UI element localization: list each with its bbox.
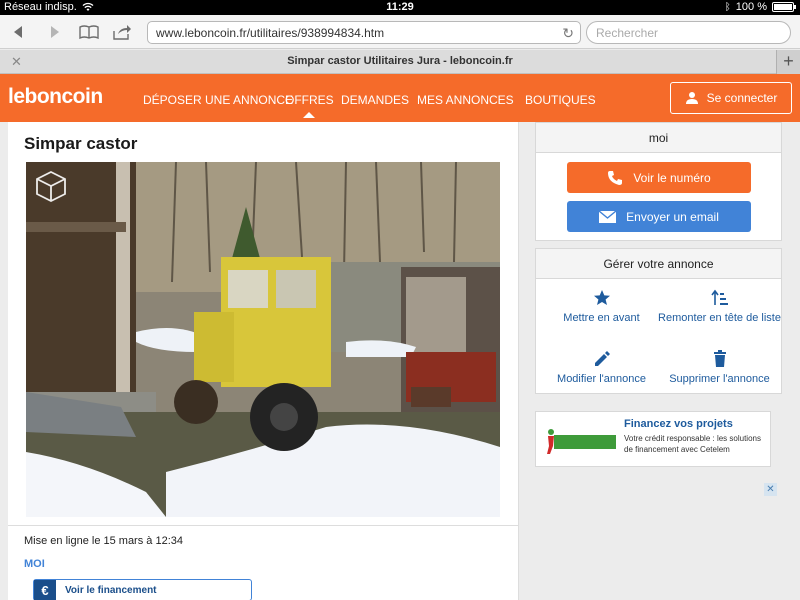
search-placeholder: Rechercher — [596, 26, 659, 40]
promote-label: Mettre en avant — [563, 312, 640, 324]
trash-icon — [713, 350, 726, 367]
status-bar: Réseau indisp. 11:29 ᛒ 100 % — [0, 0, 800, 15]
promo-title: Financez vos projets — [624, 418, 733, 430]
tab-title[interactable]: Simpar castor Utilitaires Jura - lebonco… — [0, 55, 800, 67]
url-bar[interactable]: www.leboncoin.fr/utilitaires/938994834.h… — [147, 21, 581, 44]
sort-up-icon — [710, 289, 728, 305]
clock: 11:29 — [386, 1, 414, 13]
bump-action[interactable]: Remonter en tête de liste — [657, 289, 782, 325]
pencil-icon — [594, 351, 610, 366]
finance-label: Voir le financement — [65, 584, 157, 596]
status-right: ᛒ 100 % — [724, 1, 796, 13]
finance-button[interactable]: € Voir le financement — [33, 579, 252, 600]
promote-action[interactable]: Mettre en avant — [539, 289, 664, 325]
edit-action[interactable]: Modifier l'annonce — [539, 350, 664, 386]
nav-offres[interactable]: OFFRES — [285, 93, 334, 118]
bump-label: Remonter en tête de liste — [658, 312, 781, 324]
ad-title: Simpar castor — [24, 134, 138, 153]
close-ad-icon[interactable]: ✕ — [764, 483, 777, 496]
delete-action[interactable]: Supprimer l'annonce — [657, 350, 782, 386]
mail-icon — [599, 210, 617, 223]
share-icon[interactable] — [112, 21, 132, 43]
manage-header: Gérer votre annonce — [536, 249, 781, 279]
nav-mes-annonces[interactable]: MES ANNONCES — [417, 93, 514, 107]
back-icon[interactable] — [10, 21, 26, 43]
battery-fill — [774, 4, 792, 10]
search-input[interactable]: Rechercher — [586, 21, 791, 44]
star-icon — [593, 290, 610, 305]
email-label: Envoyer un email — [626, 209, 719, 224]
url-text: www.leboncoin.fr/utilitaires/938994834.h… — [156, 26, 385, 40]
nav-demandes[interactable]: DEMANDES — [341, 93, 409, 107]
site-header: leboncoin DÉPOSER UNE ANNONCE OFFRES DEM… — [0, 74, 800, 122]
seller-name[interactable]: MOI — [24, 558, 45, 570]
show-phone-button[interactable]: Voir le numéro — [567, 162, 751, 193]
euro-icon: € — [34, 580, 56, 600]
user-icon — [685, 92, 698, 104]
delete-label: Supprimer l'annonce — [669, 373, 770, 385]
manage-box: Gérer votre annonce Mettre en avant Remo… — [535, 248, 782, 394]
battery-icon — [772, 2, 796, 12]
nav-boutiques[interactable]: BOUTIQUES — [525, 93, 596, 107]
bluetooth-icon: ᛒ — [724, 1, 731, 13]
contact-box: moi Voir le numéro Envoyer un email — [535, 122, 782, 241]
bookmarks-icon[interactable] — [79, 21, 99, 43]
phone-icon — [608, 170, 623, 185]
promo-banner[interactable]: Financez vos projets Votre crédit respon… — [535, 411, 771, 467]
forward-icon[interactable] — [47, 21, 63, 43]
ad-photo[interactable] — [26, 162, 500, 517]
online-date: Mise en ligne le 15 mars à 12:34 — [24, 535, 183, 547]
reload-icon[interactable]: ↻ — [562, 25, 574, 42]
tab-bar: ✕ Simpar castor Utilitaires Jura - lebon… — [0, 50, 800, 74]
send-email-button[interactable]: Envoyer un email — [567, 201, 751, 232]
edit-label: Modifier l'annonce — [557, 373, 646, 385]
nav-deposer[interactable]: DÉPOSER UNE ANNONCE — [143, 93, 293, 107]
ad-card: Simpar castor Mise en ligne le 15 mars à… — [8, 122, 519, 600]
promo-text: Votre crédit responsable : les solutions… — [624, 434, 761, 454]
phone-label: Voir le numéro — [633, 170, 711, 185]
cetelem-logo — [547, 429, 616, 454]
connect-label: Se connecter — [706, 91, 778, 105]
battery-percent: 100 % — [735, 1, 767, 13]
contact-header: moi — [536, 123, 781, 153]
section-divider — [8, 525, 519, 526]
browser-toolbar: www.leboncoin.fr/utilitaires/938994834.h… — [0, 15, 800, 49]
new-tab-button[interactable]: + — [776, 50, 800, 74]
site-logo[interactable]: leboncoin — [8, 85, 103, 109]
connect-button[interactable]: Se connecter — [670, 82, 792, 114]
